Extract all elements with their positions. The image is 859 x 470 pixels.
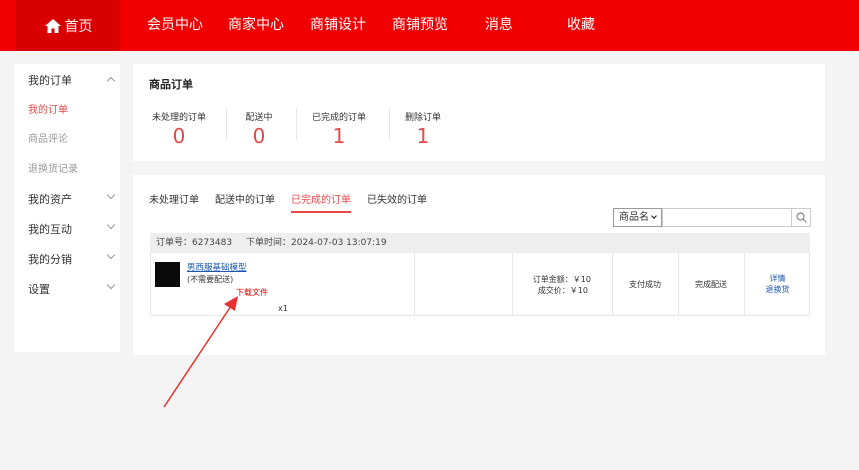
annotation-arrow-icon [163, 296, 238, 408]
